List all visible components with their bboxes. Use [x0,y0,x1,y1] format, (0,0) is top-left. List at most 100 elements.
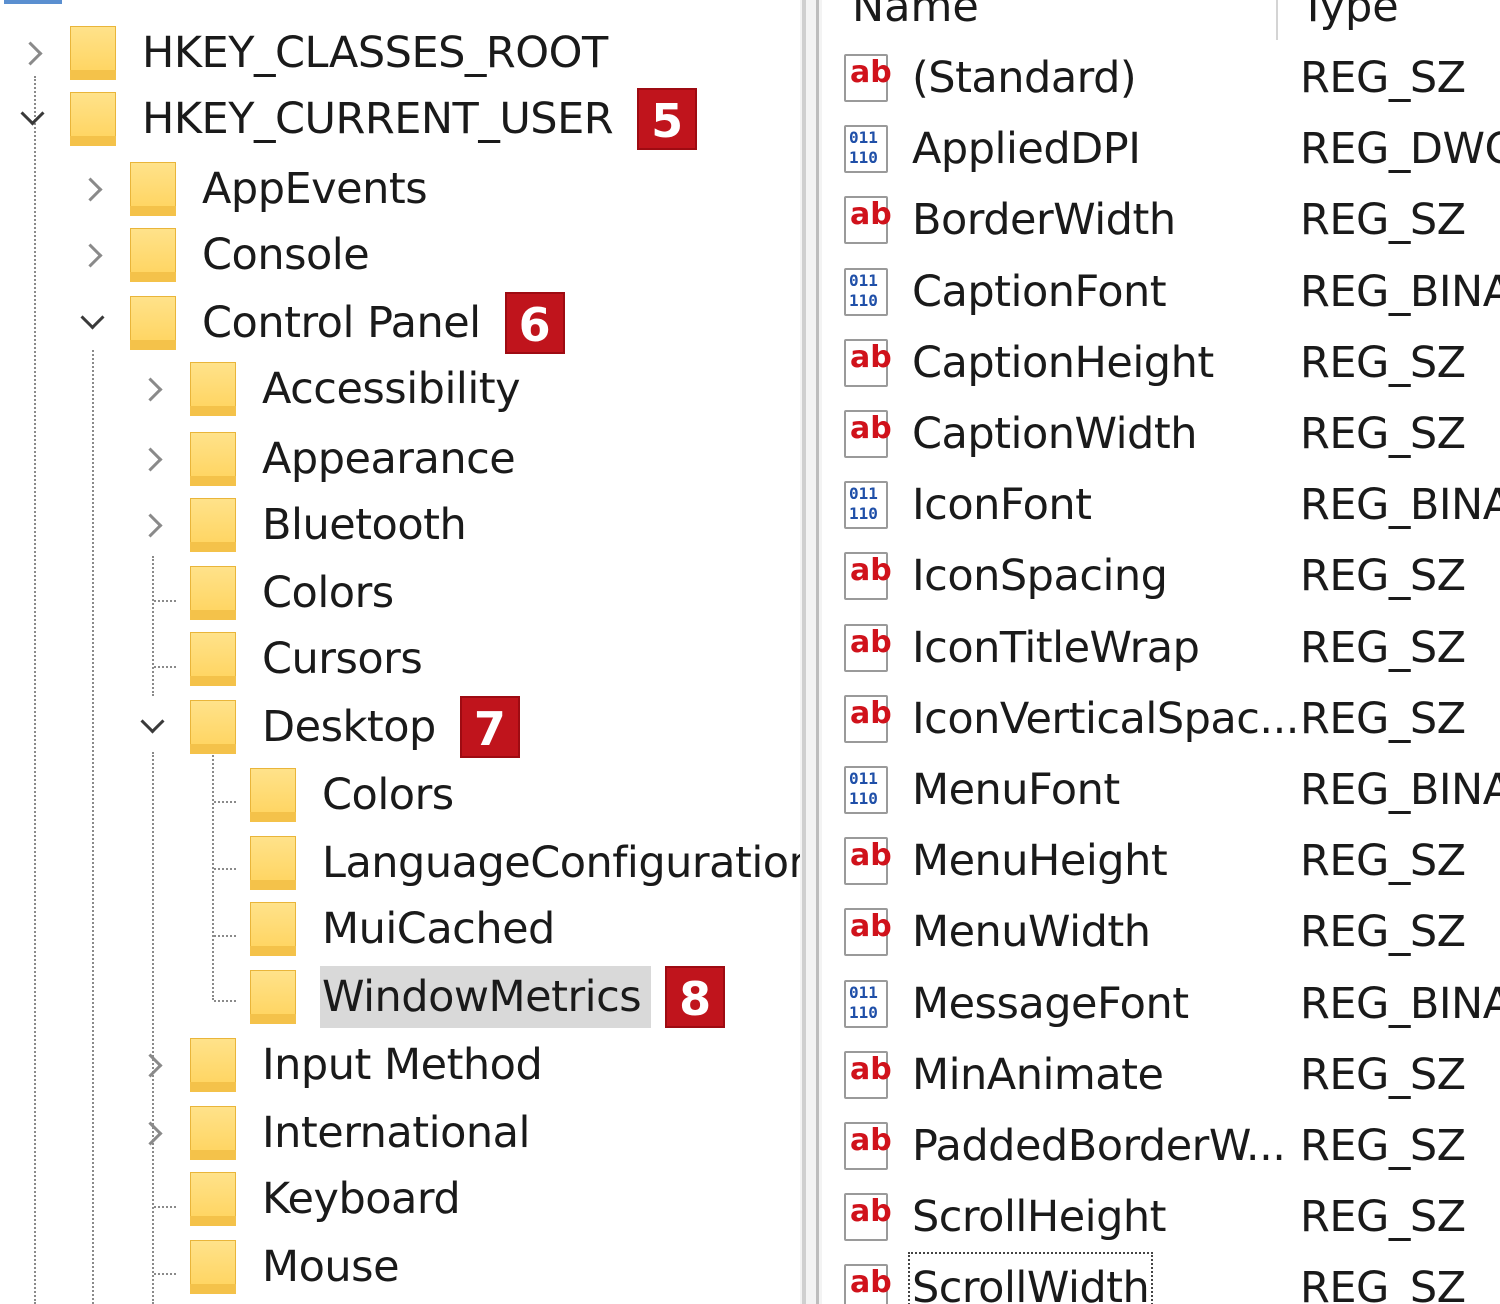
tree-node-cursors[interactable]: Cursors [132,626,432,692]
column-header-type[interactable]: Type [1300,0,1399,36]
column-divider[interactable] [1276,0,1278,40]
string-value-icon [844,904,900,960]
chevron-right-icon[interactable] [132,505,172,545]
chevron-down-icon[interactable] [132,707,172,747]
value-row[interactable]: IconSpacing REG_SZ [822,544,1500,608]
value-name[interactable]: MessageFont [912,972,1189,1036]
tree-node-label[interactable]: HKEY_CURRENT_USER [140,88,623,150]
tree-node-languageconfiguration[interactable]: LanguageConfiguration [192,830,800,896]
value-row[interactable]: AppliedDPI REG_DWORD [822,117,1500,181]
tree-node-label[interactable]: Cursors [260,628,432,690]
tree-node-label[interactable]: Control Panel [200,292,491,354]
value-name[interactable]: MinAnimate [912,1043,1164,1107]
chevron-right-icon[interactable] [132,369,172,409]
chevron-right-icon[interactable] [12,33,52,73]
value-type: REG_SZ [1300,195,1466,245]
tree-node-desktop-colors[interactable]: Colors [192,762,464,828]
value-name[interactable]: CaptionHeight [912,331,1214,395]
tree-node-console[interactable]: Console [72,222,379,288]
value-row[interactable]: BorderWidth REG_SZ [822,188,1500,252]
tree-node-mouse[interactable]: Mouse [132,1234,409,1300]
value-row[interactable]: CaptionFont REG_BINARY [822,260,1500,324]
value-row[interactable]: IconTitleWrap REG_SZ [822,616,1500,680]
tree-node-keyboard[interactable]: Keyboard [132,1166,470,1232]
pane-splitter[interactable] [800,0,822,1304]
tree-node-label[interactable]: AppEvents [200,158,437,220]
value-row[interactable]: ScrollHeight REG_SZ [822,1185,1500,1249]
tree-node-hkcr[interactable]: HKEY_CLASSES_ROOT [12,20,618,86]
value-name[interactable]: ScrollHeight [912,1185,1167,1249]
tree-node-label[interactable]: International [260,1102,540,1164]
value-row[interactable]: MenuHeight REG_SZ [822,829,1500,893]
tree-node-label[interactable]: Console [200,224,379,286]
registry-tree-pane[interactable]: HKEY_CLASSES_ROOT HKEY_CURRENT_USER 5 AppEv… [0,0,800,1304]
tree-node-label[interactable]: MuiCached [320,898,565,960]
value-row[interactable]: (Standard) REG_SZ [822,46,1500,110]
chevron-down-icon[interactable] [72,303,112,343]
tree-node-colors[interactable]: Colors [132,560,404,626]
value-row[interactable]: MenuFont REG_BINARY [822,758,1500,822]
value-name[interactable]: CaptionFont [912,260,1167,324]
folder-icon [190,1106,236,1160]
tree-node-muicached[interactable]: MuiCached [192,896,565,962]
value-row[interactable]: IconVerticalSpac...REG_SZ [822,687,1500,751]
tree-node-windowmetrics[interactable]: WindowMetrics 8 [192,964,726,1030]
tree-node-inputmethod[interactable]: Input Method [132,1032,552,1098]
value-row[interactable]: CaptionHeight REG_SZ [822,331,1500,395]
tree-root-connector [4,0,62,4]
tree-node-international[interactable]: International [132,1100,540,1166]
value-row[interactable]: MinAnimate REG_SZ [822,1043,1500,1107]
tree-node-appearance[interactable]: Appearance [132,426,525,492]
value-row[interactable]: MenuWidth REG_SZ [822,900,1500,964]
chevron-right-icon[interactable] [132,1113,172,1153]
value-row[interactable]: PaddedBorderW... REG_SZ [822,1114,1500,1178]
folder-icon [250,970,296,1024]
value-name[interactable]: (Standard) [912,46,1137,110]
folder-icon [250,768,296,822]
value-row[interactable]: ScrollWidth REG_SZ [822,1252,1500,1304]
tree-node-controlpanel[interactable]: Control Panel 6 [72,290,565,356]
value-row[interactable]: MessageFont REG_BINARY [822,972,1500,1036]
value-row[interactable]: CaptionWidth REG_SZ [822,402,1500,466]
chevron-right-icon[interactable] [132,439,172,479]
folder-icon [190,498,236,552]
tree-node-label[interactable]: Accessibility [260,358,530,420]
tree-node-label[interactable]: Keyboard [260,1168,470,1230]
tree-node-bluetooth[interactable]: Bluetooth [132,492,476,558]
value-row[interactable]: IconFont REG_BINARY [822,473,1500,537]
value-name[interactable]: BorderWidth [912,188,1176,252]
tree-node-label[interactable]: Desktop [260,696,446,758]
value-name[interactable]: PaddedBorderW... [912,1114,1286,1178]
tree-node-label[interactable]: WindowMetrics [320,966,652,1028]
tree-node-desktop[interactable]: Desktop 7 [132,694,520,760]
tree-node-label[interactable]: Colors [320,764,464,826]
tree-node-label[interactable]: Input Method [260,1034,552,1096]
value-name[interactable]: IconVerticalSpac... [912,687,1299,751]
value-name[interactable]: AppliedDPI [912,117,1141,181]
tree-node-hkcu[interactable]: HKEY_CURRENT_USER 5 [12,86,698,152]
chevron-down-icon[interactable] [12,99,52,139]
value-name[interactable]: MenuFont [912,758,1120,822]
chevron-right-icon[interactable] [72,169,112,209]
binary-value-icon [844,762,900,818]
chevron-right-icon[interactable] [132,1045,172,1085]
tree-node-label[interactable]: Bluetooth [260,494,476,556]
tree-node-accessibility[interactable]: Accessibility [132,356,530,422]
tree-node-label[interactable]: HKEY_CLASSES_ROOT [140,22,618,84]
column-header-name[interactable]: Name [852,0,979,36]
tree-node-appevents[interactable]: AppEvents [72,156,437,222]
registry-values-pane[interactable]: Name Type (Standard) REG_SZ AppliedDPI REG_… [822,0,1500,1304]
value-name[interactable]: CaptionWidth [912,402,1197,466]
value-name[interactable]: MenuHeight [912,829,1168,893]
value-name[interactable]: ScrollWidth [907,1252,1154,1304]
tree-node-label[interactable]: Appearance [260,428,525,490]
tree-node-label[interactable]: LanguageConfiguration [320,832,800,894]
string-value-icon [844,833,900,889]
value-name[interactable]: IconFont [912,473,1092,537]
value-name[interactable]: IconSpacing [912,544,1168,608]
value-name[interactable]: MenuWidth [912,900,1151,964]
tree-node-label[interactable]: Mouse [260,1236,409,1298]
value-name[interactable]: IconTitleWrap [912,616,1200,680]
tree-node-label[interactable]: Colors [260,562,404,624]
chevron-right-icon[interactable] [72,235,112,275]
